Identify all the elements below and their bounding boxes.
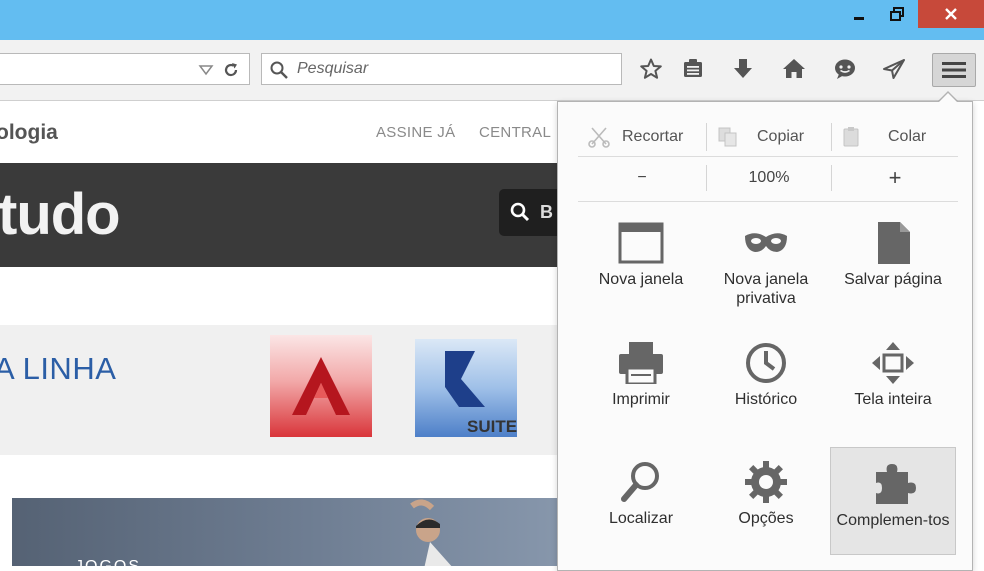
menu-divider: [578, 156, 958, 157]
downloads-button[interactable]: [729, 54, 757, 84]
central-link[interactable]: CENTRAL: [479, 124, 551, 141]
gear-icon: [745, 461, 787, 503]
fullscreen-button[interactable]: Tela inteira: [830, 328, 956, 434]
search-bar[interactable]: [261, 53, 622, 85]
add-ons-button[interactable]: Complemen-tos: [830, 447, 956, 555]
zoom-in-button[interactable]: +: [832, 162, 958, 194]
options-label: Opções: [738, 510, 794, 527]
copy-label: Copiar: [757, 128, 805, 145]
suite-tile[interactable]: SUITE: [415, 339, 517, 437]
history-label: Histórico: [734, 391, 798, 408]
site-brand[interactable]: ologia: [0, 121, 58, 145]
app-menu-panel: Recortar Copiar Colar − 100% + Nova jane…: [557, 101, 973, 571]
featured-photo[interactable]: JOGOS: [12, 498, 602, 566]
title-bar: [0, 0, 984, 40]
paste-button[interactable]: Colar: [842, 120, 926, 154]
suite-logo-icon: [445, 351, 485, 407]
mask-icon: [745, 233, 787, 252]
autocad-tile[interactable]: [270, 335, 372, 437]
banner-title: tudo: [0, 182, 121, 247]
zoom-out-button[interactable]: −: [578, 162, 706, 194]
reload-icon[interactable]: [221, 60, 241, 80]
zoom-reset-button[interactable]: 100%: [707, 162, 831, 194]
history-button[interactable]: Histórico: [703, 328, 829, 434]
star-icon: [640, 58, 662, 79]
athlete-image-icon: [410, 499, 452, 566]
fullscreen-label: Tela inteira: [854, 391, 932, 408]
new-window-label: Nova janela: [598, 271, 684, 288]
open-menu-button[interactable]: [932, 53, 976, 87]
chat-bubble-icon: [835, 59, 855, 79]
site-search-hint: B: [540, 202, 553, 222]
save-page-label: Salvar página: [844, 271, 942, 288]
search-input[interactable]: [297, 54, 607, 84]
edit-separator: [831, 123, 832, 151]
paper-plane-icon: [883, 59, 905, 79]
cut-label: Recortar: [622, 128, 684, 145]
puzzle-icon: [876, 464, 916, 504]
maximize-button[interactable]: [883, 0, 911, 28]
minimize-button[interactable]: [845, 0, 873, 28]
print-button[interactable]: Imprimir: [578, 328, 704, 434]
promo-section: A LINHA SUITE: [0, 325, 600, 455]
clipboard-icon: [843, 127, 859, 147]
find-label: Localizar: [608, 510, 674, 527]
edit-separator: [706, 123, 707, 151]
home-button[interactable]: [780, 54, 808, 84]
panel-arrow-inner: [938, 93, 958, 103]
magnifier-icon: [621, 462, 659, 502]
new-private-window-button[interactable]: Nova janela privativa: [703, 208, 829, 314]
autocad-logo-icon: [292, 357, 350, 415]
paste-label: Colar: [888, 128, 927, 145]
url-bar[interactable]: [0, 53, 250, 85]
find-button[interactable]: Localizar: [578, 447, 704, 553]
clock-icon: [746, 343, 786, 383]
scissors-icon: [588, 127, 610, 148]
fullscreen-icon: [872, 342, 914, 384]
promo-heading: A LINHA: [0, 351, 117, 386]
suite-label: SUITE: [467, 417, 518, 436]
minimize-icon: [854, 16, 864, 20]
window-icon: [618, 222, 664, 264]
dropdown-triangle-icon[interactable]: [197, 61, 215, 79]
zoom-controls: − 100% +: [578, 162, 958, 194]
add-ons-label: Complemen-tos: [836, 512, 950, 529]
navigation-toolbar: [0, 40, 984, 101]
copy-icon: [718, 127, 737, 147]
search-icon: [270, 61, 288, 79]
close-button[interactable]: [918, 0, 984, 28]
chat-button[interactable]: [831, 54, 859, 84]
search-icon: [510, 202, 530, 222]
options-button[interactable]: Opções: [703, 447, 829, 553]
page-icon: [878, 222, 910, 264]
home-icon: [783, 59, 805, 78]
print-label: Imprimir: [612, 391, 670, 408]
bookmark-star-button[interactable]: [637, 54, 665, 84]
edit-controls: Recortar Copiar Colar: [578, 120, 958, 154]
new-window-button[interactable]: Nova janela: [578, 208, 704, 314]
cut-button[interactable]: Recortar: [588, 120, 683, 154]
new-private-window-label: Nova janela privativa: [723, 271, 809, 307]
save-page-button[interactable]: Salvar página: [830, 208, 956, 314]
subscribe-link[interactable]: ASSINE JÁ: [376, 124, 455, 141]
clipboard-list-icon: [684, 59, 702, 77]
copy-button[interactable]: Copiar: [717, 120, 804, 154]
download-arrow-icon: [734, 59, 752, 78]
hamburger-icon: [942, 62, 966, 78]
bookmarks-menu-button[interactable]: [679, 54, 707, 84]
photo-caption: JOGOS: [75, 558, 141, 566]
close-icon: [945, 8, 957, 20]
menu-divider: [578, 201, 958, 202]
site-banner: tudo B: [0, 163, 600, 267]
restore-icon: [890, 7, 904, 21]
printer-icon: [619, 342, 663, 384]
share-button[interactable]: [880, 54, 908, 84]
